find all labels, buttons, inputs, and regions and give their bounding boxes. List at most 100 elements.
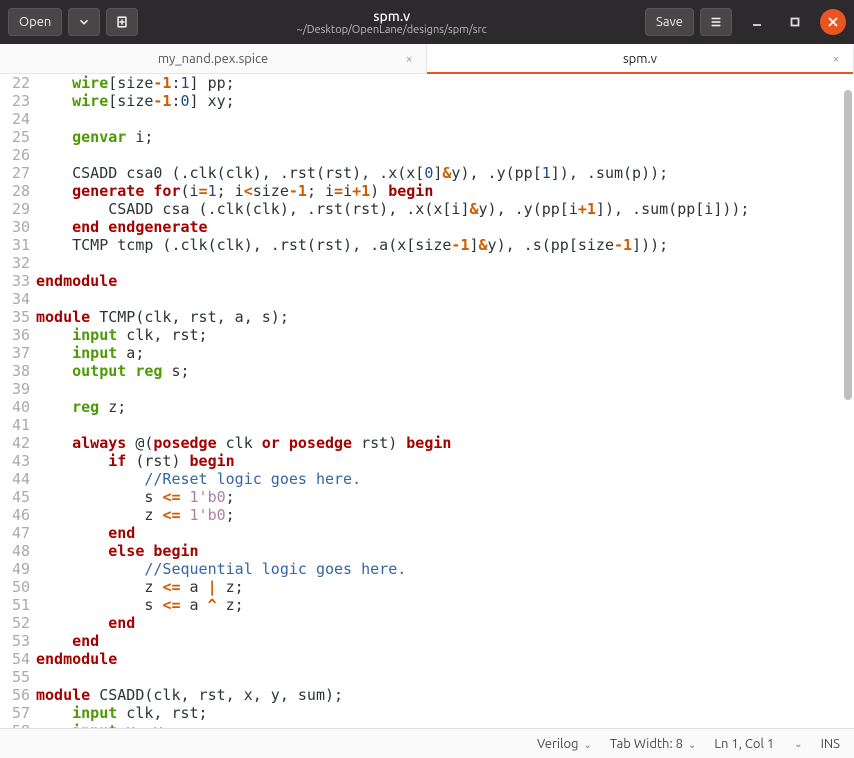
code-line[interactable]: input a; [36,344,842,362]
line-number: 55 [0,668,30,686]
code-line[interactable]: genvar i; [36,128,842,146]
token-txt: clk, rst; [117,704,207,722]
token-txt: ] pp; [190,74,235,92]
code-line[interactable] [36,254,842,272]
code-line[interactable] [36,290,842,308]
code-line[interactable]: end endgenerate [36,218,842,236]
hamburger-icon [709,15,723,29]
token-kr: always [72,434,126,452]
token-txt: : [171,74,180,92]
editor-area[interactable]: 2223242526272829303132333435363738394041… [0,74,854,728]
code-line[interactable]: //Sequential logic goes here. [36,560,842,578]
token-txt: y), .y(pp[i [479,200,578,218]
token-lit: 1'b0 [190,488,226,506]
code-line[interactable] [36,416,842,434]
line-number: 40 [0,398,30,416]
scrollbar-thumb[interactable] [844,90,852,400]
code-line[interactable]: module TCMP(clk, rst, a, s); [36,308,842,326]
code-line[interactable]: else begin [36,542,842,560]
token-txt: ; i [217,182,244,200]
token-txt: : [171,92,180,110]
cursor-position[interactable]: Ln 1, Col 1 [714,737,774,751]
code-line[interactable]: input x, y; [36,722,842,728]
token-txt: [size [108,92,153,110]
code-line[interactable]: s <= 1'b0; [36,488,842,506]
token-op: = [199,182,208,200]
token-txt: clk [217,434,262,452]
code-line[interactable]: reg z; [36,398,842,416]
code-line[interactable]: TCMP tcmp (.clk(clk), .rst(rst), .a(x[si… [36,236,842,254]
token-txt: i; [126,128,153,146]
token-txt [36,434,72,452]
window-close-button[interactable] [820,9,846,35]
code-line[interactable]: CSADD csa0 (.clk(clk), .rst(rst), .x(x[0… [36,164,842,182]
line-number: 28 [0,182,30,200]
save-button[interactable]: Save [645,8,694,36]
new-tab-button[interactable] [106,8,138,36]
code-line[interactable] [36,146,842,164]
tab-close-button[interactable]: × [402,52,416,66]
code-line[interactable]: always @(posedge clk or posedge rst) beg… [36,434,842,452]
scrollbar-track[interactable] [844,74,852,728]
token-txt [280,434,289,452]
code-line[interactable]: end [36,524,842,542]
code-line[interactable] [36,668,842,686]
token-kr: begin [153,542,198,560]
token-txt: z; [217,596,244,614]
token-txt: (rst) [126,452,189,470]
token-op: <= [162,488,180,506]
tab-spm[interactable]: spm.v × [427,44,854,73]
tab-close-button[interactable]: × [829,52,843,66]
token-txt: CSADD csa (.clk(clk), .rst(rst), .x(x[i] [36,200,469,218]
token-txt [36,542,108,560]
line-number: 41 [0,416,30,434]
token-txt: ]), .sum(pp[i])); [596,200,750,218]
token-kr: end [72,218,99,236]
open-button[interactable]: Open [8,8,62,36]
code-line[interactable]: CSADD csa (.clk(clk), .rst(rst), .x(x[i]… [36,200,842,218]
window-maximize-button[interactable] [782,9,808,35]
code-line[interactable]: //Reset logic goes here. [36,470,842,488]
code-content[interactable]: wire[size-1:1] pp; wire[size-1:0] xy; ge… [36,74,842,728]
token-txt [36,632,72,650]
token-txt: (i [181,182,199,200]
chevron-down-icon [77,15,91,29]
token-txt [36,452,108,470]
code-line[interactable]: wire[size-1:1] pp; [36,74,842,92]
code-line[interactable]: z <= 1'b0; [36,506,842,524]
token-txt: s [36,488,162,506]
code-line[interactable]: input clk, rst; [36,704,842,722]
code-line[interactable]: module CSADD(clk, rst, x, y, sum); [36,686,842,704]
insert-mode[interactable]: INS [821,737,840,751]
window-minimize-button[interactable] [744,9,770,35]
token-kr: for [153,182,180,200]
token-op: +1 [352,182,370,200]
code-line[interactable] [36,110,842,128]
code-line[interactable]: endmodule [36,272,842,290]
code-line[interactable]: end [36,614,842,632]
language-selector[interactable]: Verilog ⌄ [537,737,592,751]
code-line[interactable]: output reg s; [36,362,842,380]
token-kw: output [72,362,126,380]
code-line[interactable]: wire[size-1:0] xy; [36,92,842,110]
token-op: & [469,200,478,218]
menu-button[interactable] [700,8,732,36]
token-txt: CSADD(clk, rst, x, y, sum); [90,686,343,704]
line-number: 50 [0,578,30,596]
token-txt: [size [108,74,153,92]
token-txt: ) [370,182,388,200]
token-txt: y), .y(pp[ [451,164,541,182]
code-line[interactable]: s <= a ^ z; [36,596,842,614]
code-line[interactable]: input clk, rst; [36,326,842,344]
window-title: spm.v [144,8,639,24]
tab-width-selector[interactable]: Tab Width: 8 ⌄ [610,737,696,751]
code-line[interactable]: end [36,632,842,650]
open-recent-button[interactable] [68,8,100,36]
code-line[interactable]: z <= a | z; [36,578,842,596]
code-line[interactable]: endmodule [36,650,842,668]
code-line[interactable]: if (rst) begin [36,452,842,470]
code-line[interactable]: generate for(i=1; i<size-1; i=i+1) begin [36,182,842,200]
token-txt [36,362,72,380]
code-line[interactable] [36,380,842,398]
tab-my-nand[interactable]: my_nand.pex.spice × [0,44,427,73]
